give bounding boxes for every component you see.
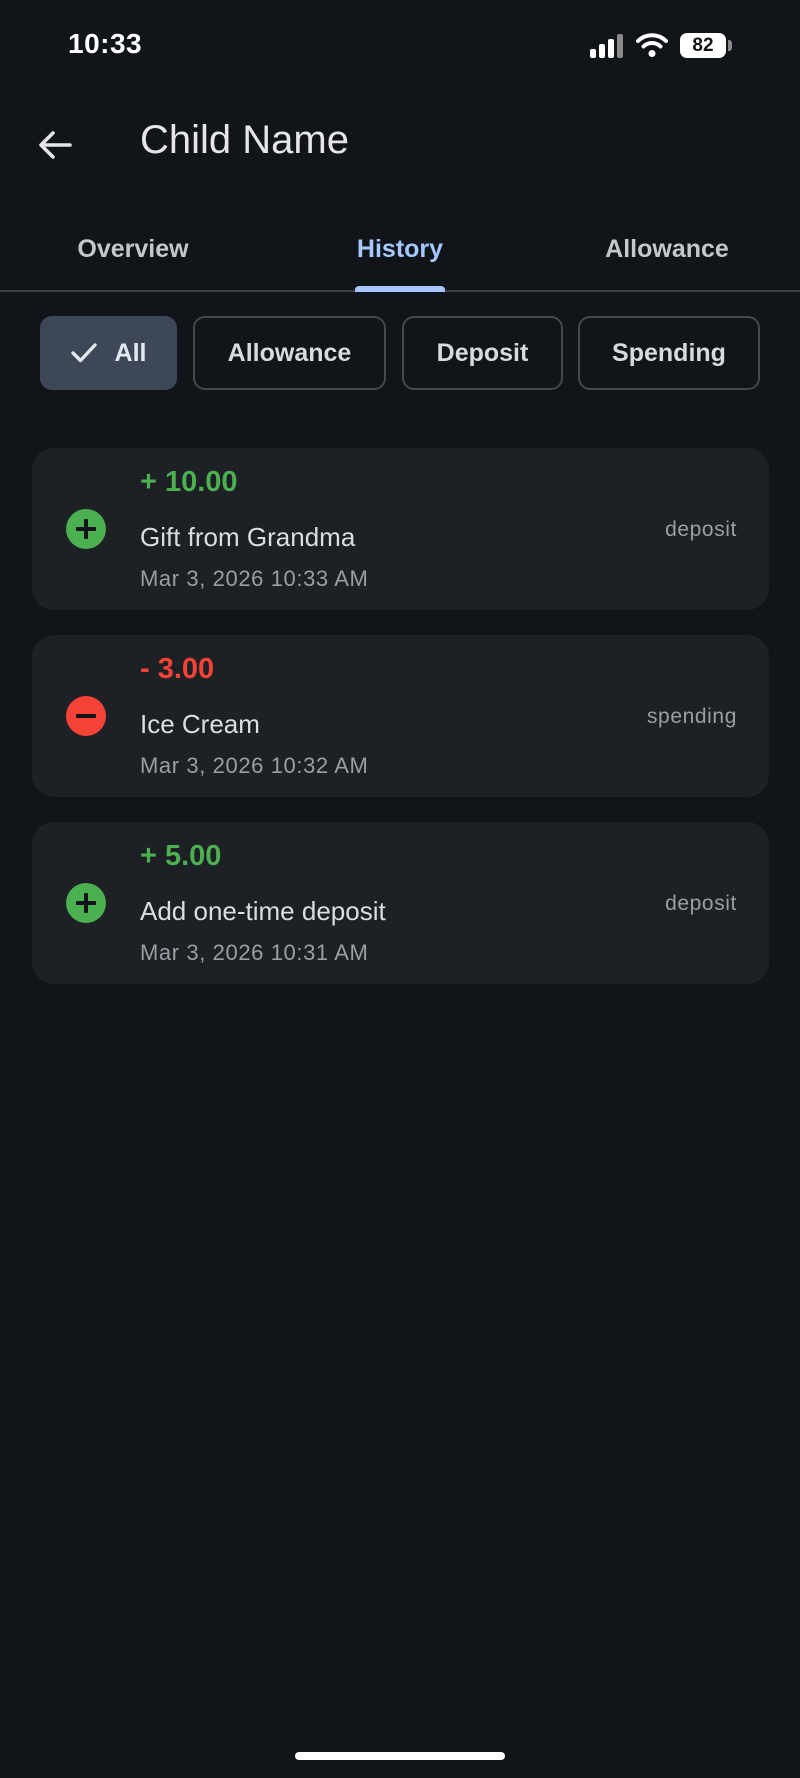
transaction-type: spending bbox=[646, 705, 737, 728]
status-bar: 10:33 82 bbox=[0, 0, 800, 92]
add-circle-icon bbox=[66, 509, 106, 549]
history-list: + 10.00 Gift from Grandma Mar 3, 2026 10… bbox=[32, 448, 769, 1009]
tab-label: Allowance bbox=[605, 234, 729, 263]
transaction-amount: + 5.00 bbox=[140, 840, 222, 872]
home-indicator[interactable] bbox=[295, 1752, 505, 1760]
tab-allowance[interactable]: Allowance bbox=[534, 206, 800, 292]
remove-circle-icon bbox=[66, 696, 106, 736]
add-circle-icon bbox=[66, 883, 106, 923]
app-bar: Child Name bbox=[0, 100, 800, 188]
tab-bar: Overview History Allowance bbox=[0, 206, 800, 292]
transaction-type: deposit bbox=[665, 892, 737, 915]
filter-chip-deposit[interactable]: Deposit bbox=[402, 316, 563, 390]
arrow-left-icon bbox=[39, 131, 72, 159]
transaction-date: Mar 3, 2026 10:32 AM bbox=[140, 753, 369, 778]
tab-label: History bbox=[356, 234, 444, 263]
signal-icon bbox=[590, 34, 624, 58]
back-button[interactable] bbox=[24, 114, 86, 176]
page-title: Child Name bbox=[140, 118, 349, 162]
history-item[interactable]: + 5.00 Add one-time deposit Mar 3, 2026 … bbox=[32, 822, 769, 984]
chip-label: Deposit bbox=[436, 338, 529, 367]
history-item[interactable]: - 3.00 Ice Cream Mar 3, 2026 10:32 AM sp… bbox=[32, 635, 769, 797]
filter-chips: All Allowance Deposit Spending bbox=[0, 316, 800, 392]
transaction-description: Ice Cream bbox=[140, 709, 260, 739]
history-item[interactable]: + 10.00 Gift from Grandma Mar 3, 2026 10… bbox=[32, 448, 769, 610]
tab-indicator bbox=[355, 286, 445, 292]
chip-label: Spending bbox=[612, 338, 726, 367]
transaction-description: Gift from Grandma bbox=[140, 522, 356, 552]
battery-level: 82 bbox=[692, 35, 714, 56]
battery-icon: 82 bbox=[680, 33, 726, 58]
transaction-description: Add one-time deposit bbox=[140, 896, 386, 926]
tab-history[interactable]: History bbox=[266, 206, 534, 292]
transaction-type: deposit bbox=[665, 518, 737, 541]
filter-chip-spending[interactable]: Spending bbox=[578, 316, 760, 390]
chip-label: Allowance bbox=[227, 338, 352, 367]
transaction-date: Mar 3, 2026 10:31 AM bbox=[140, 940, 369, 965]
status-time: 10:33 bbox=[68, 28, 143, 59]
history-screen: 10:33 82 Child Name Overview History All… bbox=[0, 0, 800, 1778]
transaction-amount: + 10.00 bbox=[140, 466, 238, 498]
filter-chip-all[interactable]: All bbox=[40, 316, 177, 390]
battery-cap bbox=[728, 40, 732, 51]
tab-label: Overview bbox=[77, 234, 189, 263]
transaction-amount: - 3.00 bbox=[140, 653, 215, 685]
filter-chip-allowance[interactable]: Allowance bbox=[193, 316, 386, 390]
wifi-icon bbox=[636, 33, 668, 57]
transaction-date: Mar 3, 2026 10:33 AM bbox=[140, 566, 369, 591]
chip-label: All bbox=[114, 338, 147, 367]
tab-overview[interactable]: Overview bbox=[0, 206, 266, 292]
check-icon bbox=[70, 343, 97, 363]
